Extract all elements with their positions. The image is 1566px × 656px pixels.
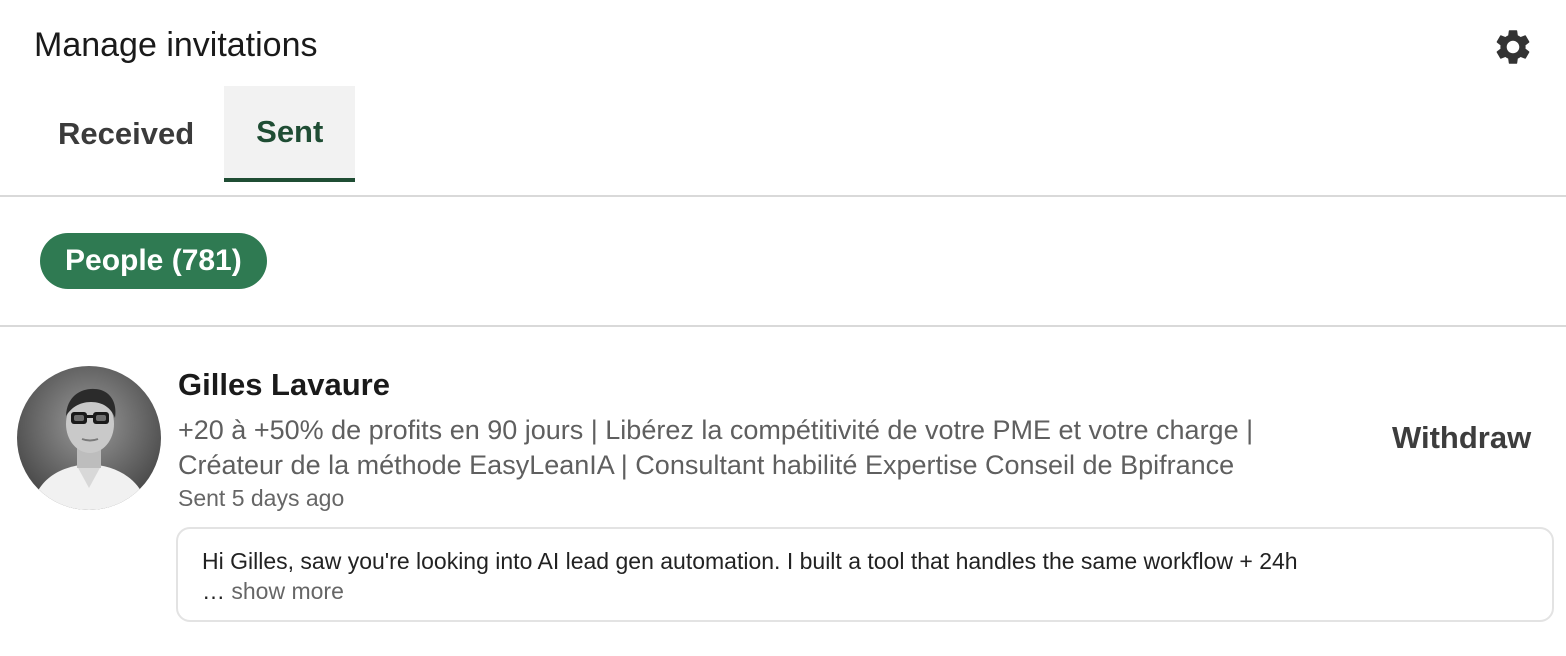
invitee-headline: +20 à +50% de profits en 90 jours | Libé… xyxy=(178,413,1378,483)
tab-received[interactable]: Received xyxy=(28,86,224,182)
headline-line: Créateur de la méthode EasyLeanIA | Cons… xyxy=(178,450,1235,480)
invitation-message: Hi Gilles, saw you're looking into AI le… xyxy=(176,527,1554,622)
headline-line: +20 à +50% de profits en 90 jours | Libé… xyxy=(178,415,1254,445)
manage-invitations-page: Manage invitations Received Sent People … xyxy=(0,0,1566,656)
invitation-tabs: Received Sent xyxy=(28,86,356,182)
avatar[interactable] xyxy=(17,366,161,510)
show-more-row: … show more xyxy=(202,576,1528,606)
header: Manage invitations xyxy=(0,0,1566,88)
sent-timestamp: Sent 5 days ago xyxy=(178,485,345,511)
filter-people-pill[interactable]: People (781) xyxy=(40,233,267,289)
tab-sent[interactable]: Sent xyxy=(224,86,356,182)
gear-icon[interactable] xyxy=(1492,26,1534,68)
invitee-name[interactable]: Gilles Lavaure xyxy=(178,366,390,404)
divider xyxy=(0,195,1566,197)
page-title: Manage invitations xyxy=(34,26,318,64)
ellipsis: … xyxy=(202,578,225,604)
message-text: Hi Gilles, saw you're looking into AI le… xyxy=(202,548,1298,574)
show-more-link[interactable]: show more xyxy=(231,578,343,604)
divider xyxy=(0,325,1566,327)
withdraw-button[interactable]: Withdraw xyxy=(1392,418,1531,458)
